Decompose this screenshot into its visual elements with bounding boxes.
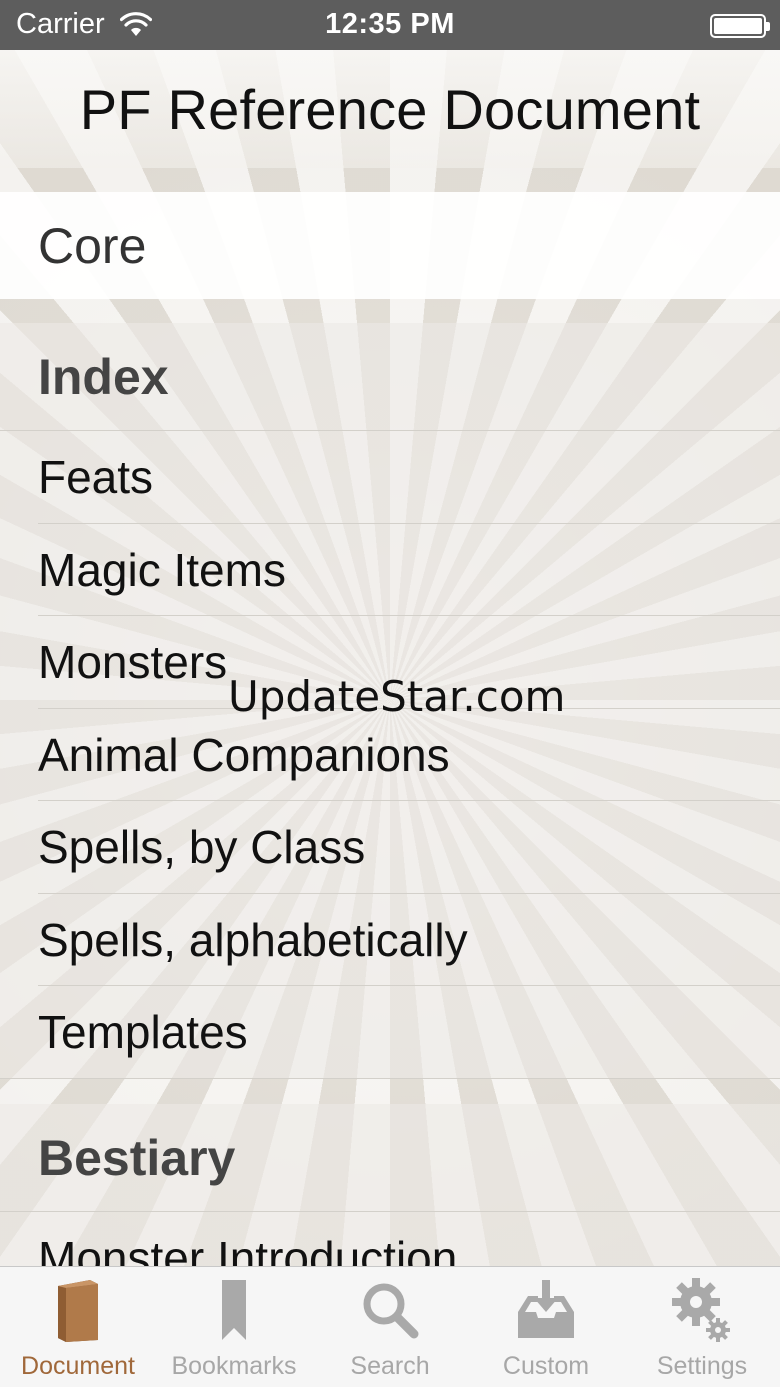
list-item-label: Monsters [38,636,228,689]
list-item-spells-alphabetically[interactable]: Spells, alphabetically [0,894,780,987]
section-header-bestiary: Bestiary [0,1104,780,1212]
list-item-templates[interactable]: Templates [0,986,780,1079]
tab-label: Document [21,1352,135,1380]
list-item-monster-introduction[interactable]: Monster Introduction [0,1212,780,1266]
page-title: PF Reference Document [79,77,701,141]
tab-label: Custom [502,1352,590,1380]
tab-search[interactable]: Search [312,1267,468,1387]
download-tray-icon [518,1280,574,1338]
section-title: Bestiary [38,1129,236,1186]
tab-label: Search [350,1352,430,1380]
bookmark-icon [222,1280,246,1340]
battery-icon [710,14,770,38]
clock: 12:35 PM [325,8,455,40]
list-item-label: Animal Companions [38,728,450,781]
book-icon [58,1280,98,1342]
gear-icon [672,1278,730,1342]
list-item-label: Spells, by Class [38,821,366,874]
core-row[interactable]: Core [0,192,780,299]
navigation-bar: PF Reference Document [0,50,780,168]
search-icon [363,1283,419,1339]
list-item-label: Feats [38,451,154,504]
tab-label: Bookmarks [171,1352,297,1380]
list-item-feats[interactable]: Feats [0,431,780,524]
list-item-label: Templates [38,1006,248,1059]
list-item-label: Spells, alphabetically [38,913,468,966]
tab-settings[interactable]: Settings [624,1267,780,1387]
tab-document[interactable]: Document [0,1267,156,1387]
list-item-magic-items[interactable]: Magic Items [0,524,780,617]
tab-label: Settings [656,1352,748,1380]
tab-bookmarks[interactable]: Bookmarks [156,1267,312,1387]
section-header-index: Index [0,323,780,431]
list-item-label: Magic Items [38,543,286,596]
list-item-animal-companions[interactable]: Animal Companions [0,709,780,802]
section-title: Index [38,348,169,405]
list-item-spells-by-class[interactable]: Spells, by Class [0,801,780,894]
core-label: Core [38,217,147,274]
watermark-text: UpdateStar.com [228,672,566,721]
tab-bar: Document Bookmarks Search Custom Setting… [0,1266,780,1387]
section-bestiary: Bestiary Monster Introduction [0,1104,780,1266]
list-item-label: Monster Introduction [38,1232,458,1266]
status-bar: Carrier 12:35 PM [0,0,780,50]
tab-custom[interactable]: Custom [468,1267,624,1387]
